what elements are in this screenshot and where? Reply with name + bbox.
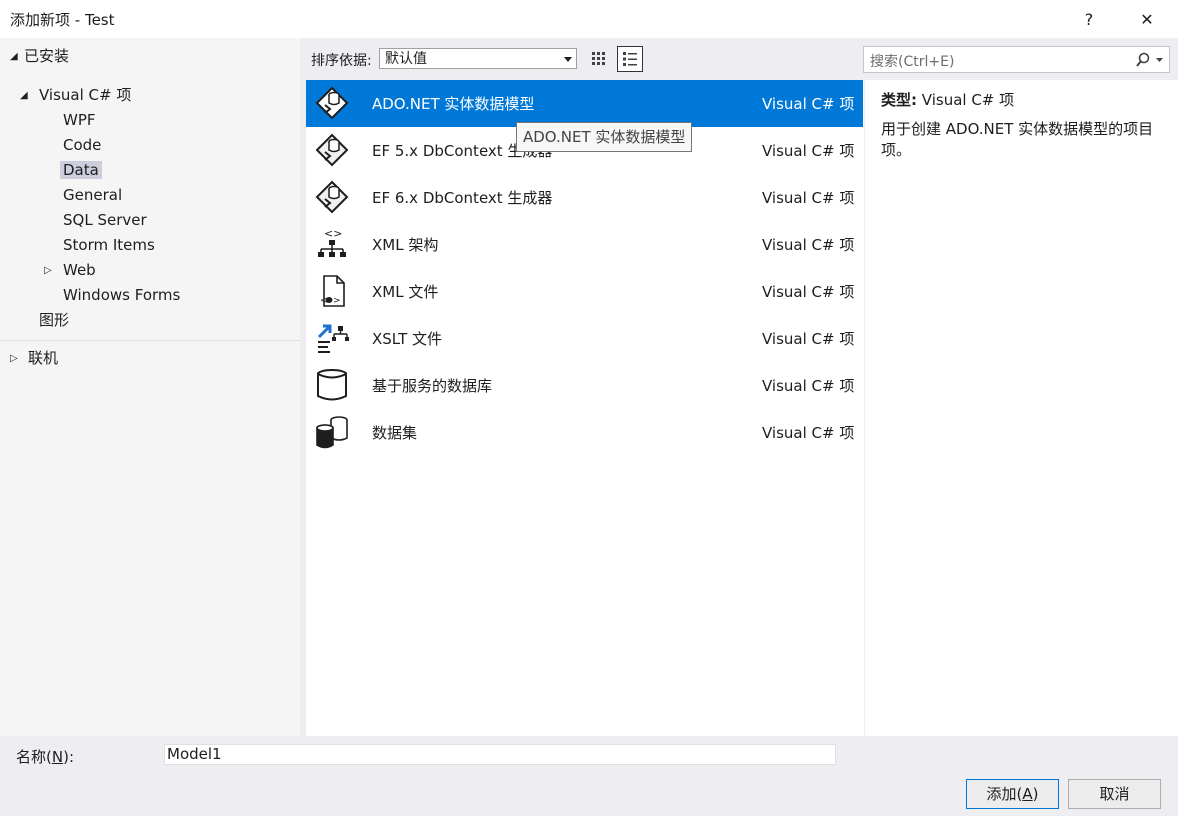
item-language: Visual C# 项 <box>762 95 855 113</box>
dataset-icon <box>316 416 348 449</box>
item-name: ADO.NET 实体数据模型 <box>372 95 535 113</box>
tree-label: 图形 <box>39 311 70 329</box>
tree-label: 已安装 <box>24 47 70 65</box>
entity-model-icon <box>315 133 349 167</box>
item-name: EF 6.x DbContext 生成器 <box>372 189 553 207</box>
grid-view-button[interactable] <box>586 46 612 72</box>
entity-model-icon <box>315 86 349 120</box>
tree-label: Windows Forms <box>63 286 181 304</box>
tree-label: Code <box>63 136 102 154</box>
collapse-arrow-icon[interactable]: ◢ <box>20 84 34 108</box>
tree-node-web[interactable]: ▷ Web <box>44 258 96 282</box>
list-item[interactable]: XSLT 文件 Visual C# 项 <box>306 315 863 362</box>
sort-value: 默认值 <box>385 51 427 67</box>
tree-node-code[interactable]: Code <box>63 133 101 157</box>
svg-text:<>: <> <box>324 227 342 240</box>
name-label: 名称(N): <box>16 748 74 766</box>
tree-node-general[interactable]: General <box>63 183 122 207</box>
item-description: 用于创建 ADO.NET 实体数据模型的项目项。 <box>881 120 1154 159</box>
item-name: XSLT 文件 <box>372 330 443 348</box>
xslt-file-icon <box>317 324 349 353</box>
help-button[interactable]: ? <box>1066 0 1112 38</box>
help-icon: ? <box>1084 9 1094 29</box>
item-name: XML 架构 <box>372 236 439 254</box>
search-placeholder: 搜索(Ctrl+E) <box>870 54 955 70</box>
tree-label: General <box>63 186 123 204</box>
tree-divider <box>0 340 300 341</box>
close-button[interactable]: ✕ <box>1124 0 1170 38</box>
sort-label: 排序依据: <box>311 53 372 69</box>
tree-label: Storm Items <box>63 236 155 254</box>
item-tooltip: ADO.NET 实体数据模型 <box>516 122 692 152</box>
item-language: Visual C# 项 <box>762 330 855 348</box>
item-language: Visual C# 项 <box>762 424 855 442</box>
close-icon: ✕ <box>1140 9 1154 29</box>
search-icon[interactable] <box>1135 52 1165 68</box>
cancel-button[interactable]: 取消 <box>1068 779 1161 809</box>
list-item[interactable]: EF 6.x DbContext 生成器 Visual C# 项 <box>306 174 863 221</box>
tree-node-visual-csharp[interactable]: ◢ Visual C# 项 <box>20 83 131 107</box>
svg-text:>: > <box>333 296 341 306</box>
list-item[interactable]: 基于服务的数据库 Visual C# 项 <box>306 362 863 409</box>
entity-model-icon <box>315 180 349 214</box>
tree-label: WPF <box>63 111 96 129</box>
list-item[interactable]: <> XML 架构 Visual C# 项 <box>306 221 863 268</box>
tree-node-storm-items[interactable]: Storm Items <box>63 233 155 257</box>
expand-arrow-icon[interactable]: ▷ <box>10 347 28 371</box>
tree-node-windows-forms[interactable]: Windows Forms <box>63 283 180 307</box>
item-language: Visual C# 项 <box>762 189 855 207</box>
expand-arrow-icon[interactable]: ▷ <box>44 259 63 283</box>
tree-node-wpf[interactable]: WPF <box>63 108 96 132</box>
collapse-arrow-icon[interactable]: ◢ <box>10 45 24 69</box>
search-input[interactable]: 搜索(Ctrl+E) <box>863 46 1170 73</box>
item-type: 类型: Visual C# 项 <box>881 89 1014 110</box>
database-icon <box>317 369 347 401</box>
item-name: 基于服务的数据库 <box>372 377 493 395</box>
type-value: Visual C# 项 <box>921 91 1015 109</box>
add-button[interactable]: 添加(A) <box>966 779 1059 809</box>
list-view-button[interactable] <box>617 46 643 72</box>
item-language: Visual C# 项 <box>762 142 855 160</box>
tree-label: Data <box>60 161 102 179</box>
tree-label: Visual C# 项 <box>39 86 132 104</box>
xml-schema-icon: <> <box>318 227 346 257</box>
list-item[interactable]: ADO.NET 实体数据模型 Visual C# 项 <box>306 80 863 127</box>
tree-node-sql-server[interactable]: SQL Server <box>63 208 147 232</box>
type-label: 类型: <box>881 91 917 109</box>
xml-file-icon: < > <box>320 275 345 307</box>
tree-node-graphics[interactable]: 图形 <box>39 308 69 332</box>
tree-label: SQL Server <box>63 211 147 229</box>
item-name: 数据集 <box>372 424 418 442</box>
category-tree: ◢ 已安装 ◢ Visual C# 项 WPF Code Data General … <box>0 38 300 736</box>
tree-label: 联机 <box>28 349 59 367</box>
item-name: XML 文件 <box>372 283 439 301</box>
template-list: ADO.NET 实体数据模型 Visual C# 项 EF 5.x DbCont… <box>306 80 864 736</box>
tree-node-data[interactable]: Data <box>60 158 102 182</box>
item-language: Visual C# 项 <box>762 283 855 301</box>
list-view-icon <box>623 52 637 66</box>
item-language: Visual C# 项 <box>762 377 855 395</box>
details-panel: 类型: Visual C# 项 用于创建 ADO.NET 实体数据模型的项目项。 <box>865 80 1178 736</box>
grid-view-icon <box>592 52 605 65</box>
title-bar: 添加新项 - Test ? ✕ <box>0 0 1178 38</box>
list-item[interactable]: < > XML 文件 Visual C# 项 <box>306 268 863 315</box>
list-item[interactable]: 数据集 Visual C# 项 <box>306 409 863 456</box>
dialog-title: 添加新项 - Test <box>10 11 115 29</box>
item-language: Visual C# 项 <box>762 236 855 254</box>
tree-node-online[interactable]: ▷ 联机 <box>10 346 58 370</box>
chevron-down-icon <box>564 57 572 62</box>
name-field[interactable]: Model1 <box>164 744 836 765</box>
tree-label: Web <box>63 261 96 279</box>
sort-dropdown[interactable]: 默认值 <box>379 48 577 69</box>
tree-node-installed[interactable]: ◢ 已安装 <box>10 44 69 68</box>
